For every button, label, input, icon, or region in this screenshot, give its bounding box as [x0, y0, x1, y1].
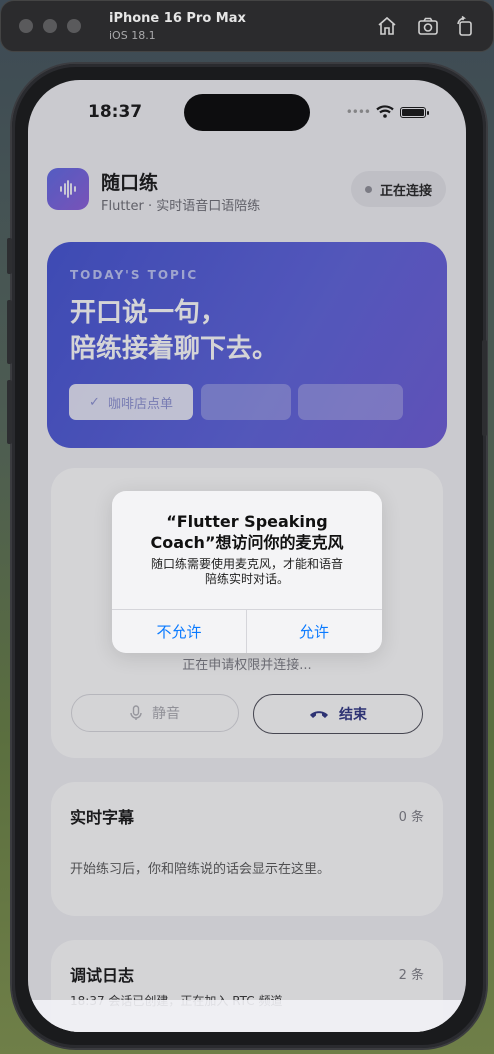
phone-screen: 18:37 •••• 随口练 Flutter · 实时语音口语陪练 正在连接 T… — [28, 80, 466, 1032]
alert-message-line1: 随口练需要使用麦克风，才能和语音 — [150, 557, 343, 571]
close-window-button[interactable] — [19, 19, 33, 33]
side-button — [482, 340, 487, 436]
alert-message-line2: 陪练实时对话。 — [204, 572, 289, 586]
deny-button[interactable]: 不允许 — [112, 609, 246, 653]
action-button — [7, 238, 12, 274]
volume-down-button — [7, 380, 12, 444]
rotate-icon[interactable] — [454, 15, 476, 37]
alert-message: 随口练需要使用麦克风，才能和语音 陪练实时对话。 — [112, 557, 382, 587]
volume-up-button — [7, 300, 12, 364]
minimize-window-button[interactable] — [43, 19, 57, 33]
home-indicator-area — [28, 1000, 466, 1032]
alert-title: “Flutter Speaking Coach”想访问你的麦克风 — [112, 511, 382, 553]
microphone-permission-alert: “Flutter Speaking Coach”想访问你的麦克风 随口练需要使用… — [112, 491, 382, 653]
allow-button[interactable]: 允许 — [247, 609, 381, 653]
alert-title-line1: “Flutter Speaking — [166, 512, 328, 531]
home-icon[interactable] — [376, 15, 398, 37]
zoom-window-button[interactable] — [67, 19, 81, 33]
alert-title-line2: Coach”想访问你的麦克风 — [150, 533, 344, 552]
camera-screenshot-icon[interactable] — [417, 15, 439, 37]
simulator-title-bar: iPhone 16 Pro Max iOS 18.1 — [0, 0, 494, 52]
simulator-device-name: iPhone 16 Pro Max — [109, 11, 246, 26]
simulator-os-version: iOS 18.1 — [109, 29, 156, 42]
